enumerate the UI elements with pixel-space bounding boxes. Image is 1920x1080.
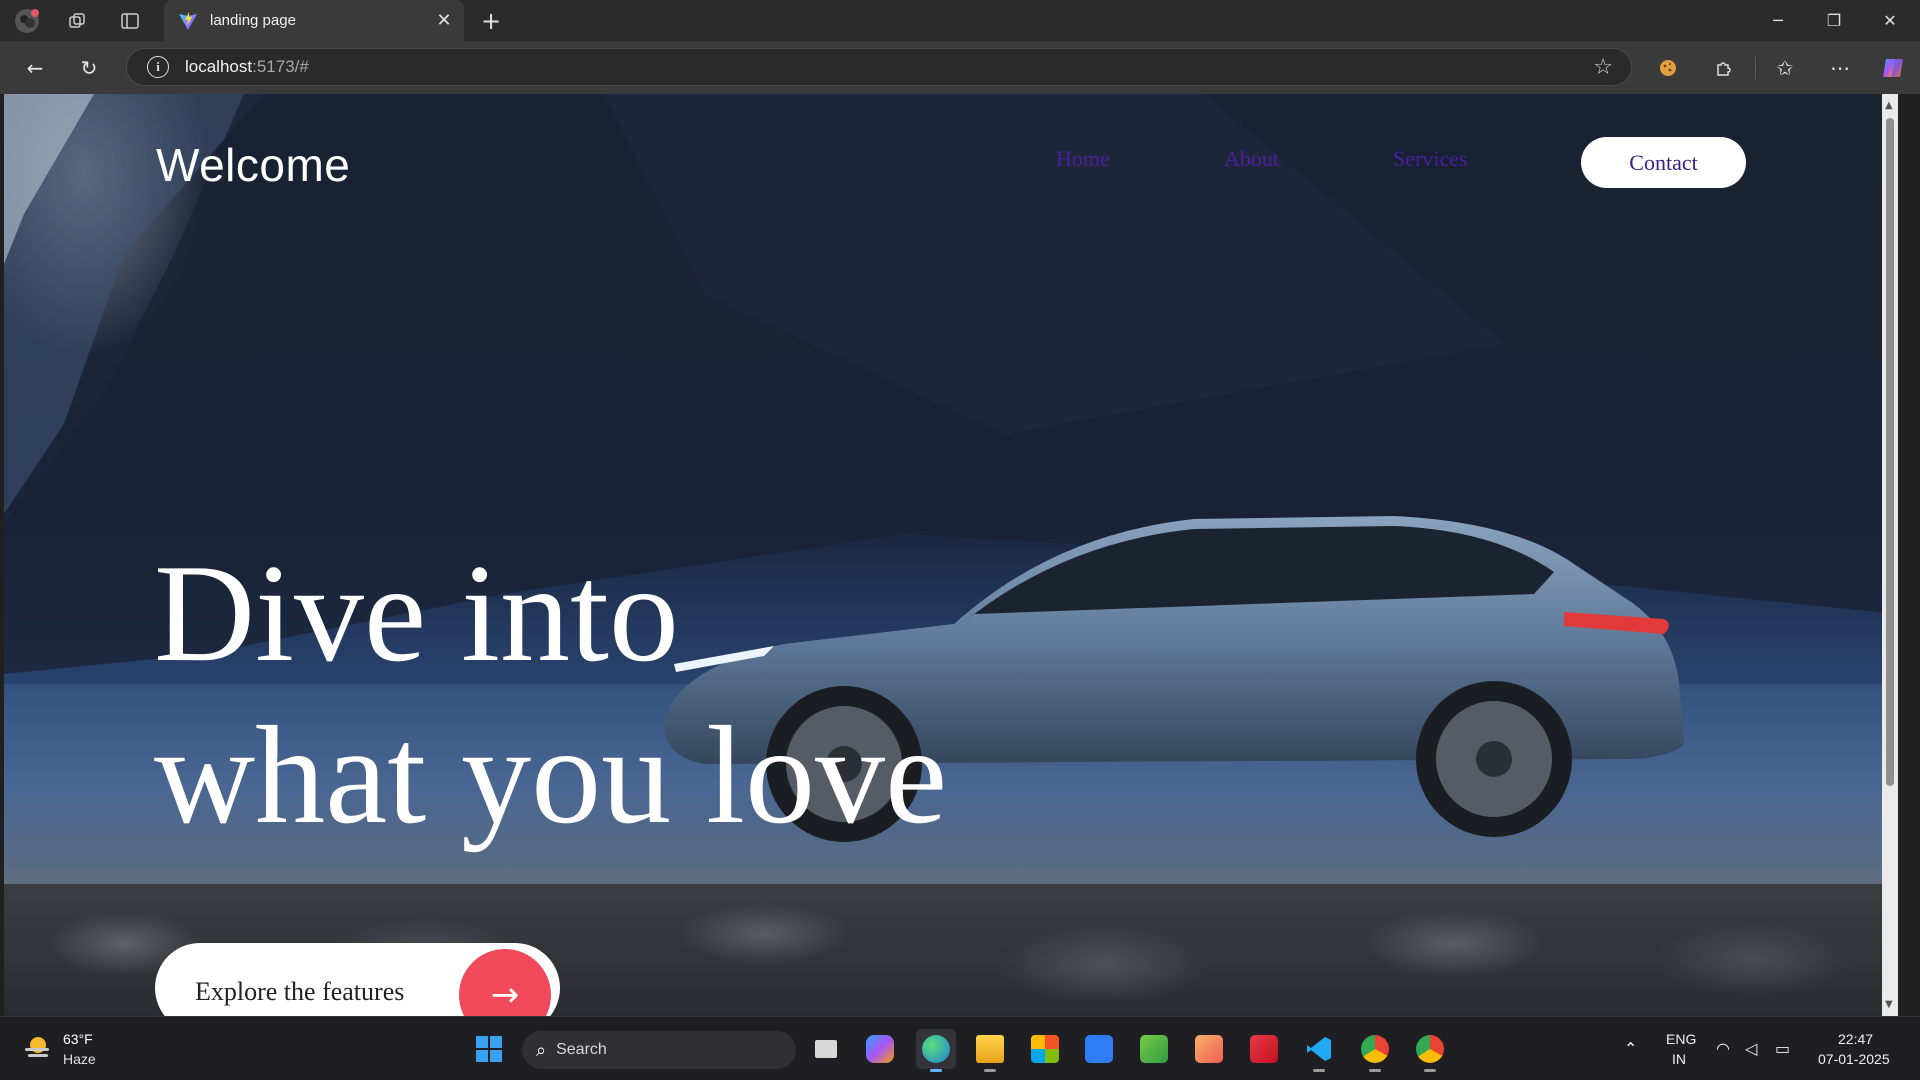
page-viewport: Welcome Home About Services Contact Dive…: [4, 94, 1898, 1016]
haze-weather-icon[interactable]: [22, 1033, 52, 1063]
edge-icon[interactable]: [916, 1029, 956, 1072]
battery-icon[interactable]: ▭: [1775, 1039, 1790, 1058]
close-icon[interactable]: ✕: [430, 7, 458, 35]
refresh-icon[interactable]: ↻: [72, 51, 106, 85]
explore-features-button[interactable]: Explore the features →: [155, 943, 560, 1016]
windows-taskbar: 63°F Haze ⌕ Search ⌃ ENG IN ◠ ◁ ▭ 22:47 …: [0, 1016, 1920, 1080]
scroll-up-icon[interactable]: ▲: [1885, 100, 1893, 111]
nav-link-services[interactable]: Services: [1393, 146, 1468, 172]
windows-start-icon[interactable]: [469, 1029, 509, 1069]
workspaces-icon[interactable]: [62, 6, 92, 36]
contact-button[interactable]: Contact: [1581, 137, 1746, 188]
scroll-down-icon[interactable]: ▼: [1885, 999, 1893, 1010]
extensions-icon[interactable]: [1707, 51, 1741, 85]
url-path: :5173/#: [252, 57, 309, 76]
profile-avatar-icon[interactable]: [12, 6, 42, 36]
running-indicator: [984, 1069, 996, 1072]
chrome-profile-md-icon[interactable]: [1355, 1029, 1395, 1072]
chrome-profile-md2-icon[interactable]: [1410, 1029, 1450, 1072]
more-icon[interactable]: ⋯: [1823, 51, 1857, 85]
vertical-tabs-icon[interactable]: [115, 6, 145, 36]
copilot-app-icon[interactable]: [860, 1029, 900, 1069]
new-tab-icon[interactable]: +: [476, 6, 506, 36]
vscode-icon[interactable]: [1299, 1029, 1339, 1072]
volume-icon[interactable]: ◁: [1745, 1039, 1757, 1058]
favorites-icon[interactable]: ✩: [1768, 51, 1802, 85]
restore-icon[interactable]: ❐: [1806, 0, 1862, 41]
tab-title: landing page: [210, 12, 296, 29]
site-info-icon[interactable]: i: [147, 56, 169, 78]
chevron-up-icon[interactable]: ⌃: [1624, 1039, 1637, 1058]
site-logo[interactable]: Welcome: [156, 138, 350, 192]
nav-link-home[interactable]: Home: [1056, 146, 1110, 172]
active-tab[interactable]: landing page ✕: [164, 0, 464, 41]
app-green-icon[interactable]: [1134, 1029, 1174, 1069]
favorite-star-icon[interactable]: ☆: [1593, 55, 1613, 80]
weather-temperature[interactable]: 63°F: [63, 1031, 93, 1047]
scrollbar-thumb[interactable]: [1886, 118, 1894, 786]
browser-toolbar: ← ↻ i localhost:5173/# ☆ ✩ ⋯: [0, 41, 1920, 94]
running-indicator: [930, 1069, 942, 1072]
nav-link-about[interactable]: About: [1224, 146, 1279, 172]
copilot-icon[interactable]: [1876, 51, 1910, 85]
page-scrollbar[interactable]: ▲ ▼: [1882, 94, 1898, 1016]
cookie-extension-icon[interactable]: [1651, 51, 1685, 85]
weather-description[interactable]: Haze: [63, 1051, 96, 1067]
toolbar-separator: [1755, 57, 1756, 79]
task-view-icon[interactable]: [806, 1029, 846, 1069]
taskbar-search[interactable]: ⌕ Search: [522, 1031, 796, 1069]
wifi-icon[interactable]: ◠: [1716, 1039, 1730, 1058]
app-orange-icon[interactable]: [1189, 1029, 1229, 1069]
docs-icon[interactable]: [1079, 1029, 1119, 1069]
language-indicator[interactable]: ENG: [1666, 1031, 1696, 1047]
running-indicator: [1424, 1069, 1436, 1072]
back-icon[interactable]: ←: [18, 51, 52, 85]
microsoft-store-icon[interactable]: [1025, 1029, 1065, 1069]
clock-time[interactable]: 22:47: [1838, 1031, 1873, 1047]
hero-heading-line-2: what you love: [154, 698, 948, 853]
taskbar-search-label: Search: [556, 1041, 607, 1058]
search-icon: ⌕: [536, 1039, 547, 1061]
minimize-icon[interactable]: ─: [1750, 0, 1806, 41]
clock-date[interactable]: 07-01-2025: [1818, 1051, 1890, 1067]
app-red-icon[interactable]: [1244, 1029, 1284, 1069]
url-host: localhost: [185, 57, 253, 76]
vite-favicon: [179, 11, 197, 30]
arrow-right-icon[interactable]: →: [459, 949, 551, 1016]
window-close-icon[interactable]: ✕: [1862, 0, 1918, 41]
address-bar[interactable]: i localhost:5173/# ☆: [126, 48, 1632, 86]
file-explorer-icon[interactable]: [970, 1029, 1010, 1072]
running-indicator: [1369, 1069, 1381, 1072]
browser-tab-strip: landing page ✕ + ─ ❐ ✕: [0, 0, 1920, 41]
region-indicator[interactable]: IN: [1672, 1051, 1686, 1067]
running-indicator: [1313, 1069, 1325, 1072]
explore-features-label: Explore the features: [195, 977, 405, 1006]
hero-heading-line-1: Dive into: [154, 536, 679, 691]
